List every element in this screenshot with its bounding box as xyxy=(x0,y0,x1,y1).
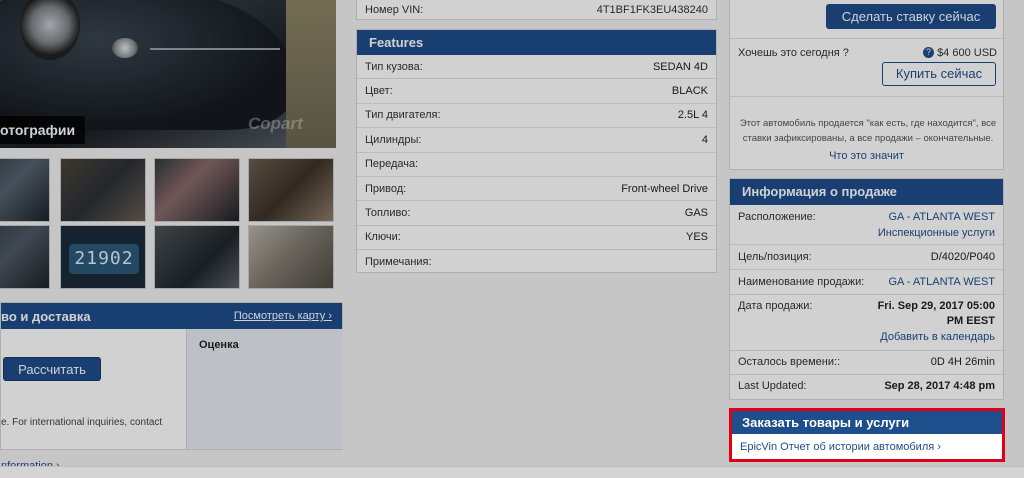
fog-light-shape xyxy=(112,38,138,58)
location-values: GA - ATLANTA WEST Инспекционные услуги xyxy=(878,211,995,244)
shipping-panel: во и доставка Посмотреть карту › Рассчит… xyxy=(0,302,343,472)
odometer-reading: 21902 xyxy=(69,244,139,274)
sale-row-sale-name: Наименование продажи: GA - ATLANTA WEST xyxy=(730,270,1003,295)
sale-name-label: Наименование продажи: xyxy=(738,276,865,288)
time-left-value: 0D 4H 26min xyxy=(930,356,995,368)
vin-label: Номер VIN: xyxy=(365,3,424,16)
thumbnail-7[interactable] xyxy=(154,225,240,289)
sale-row-last-updated: Last Updated: Sep 28, 2017 4:48 pm xyxy=(730,375,1003,400)
vin-value: 4T1BF1FK3EU438240 xyxy=(596,3,708,16)
thumbnail-4[interactable] xyxy=(248,158,334,222)
international-note: e. For international inquiries, contact xyxy=(1,417,163,428)
location-label: Расположение: xyxy=(738,211,816,223)
sale-date-value: Fri. Sep 29, 2017 05:00 xyxy=(877,300,995,312)
sale-date-values: Fri. Sep 29, 2017 05:00 PM EEST Добавить… xyxy=(878,300,995,350)
sale-date-timezone: PM EEST xyxy=(946,315,995,327)
bottom-bar xyxy=(0,466,1024,478)
sale-date-label: Дата продажи: xyxy=(738,300,813,312)
sale-name-link[interactable]: GA - ATLANTA WEST xyxy=(888,276,995,294)
feature-label: Привод: xyxy=(365,182,407,195)
feature-label: Тип кузова: xyxy=(365,60,423,73)
what-means-link[interactable]: Что это значит xyxy=(730,150,1003,162)
epicvin-report-link[interactable]: EpicVin Отчет об истории автомобиля › xyxy=(732,434,1002,453)
shipping-header: во и доставка Посмотреть карту › xyxy=(1,303,342,329)
feature-value: YES xyxy=(685,231,708,244)
feature-row-fuel: Топливо: GAS xyxy=(357,201,716,226)
feature-label: Ключи: xyxy=(365,231,401,244)
buy-now-price: ? $4 600 USD xyxy=(923,47,997,59)
time-left-label: Осталось времени:: xyxy=(738,356,841,368)
feature-value: GAS xyxy=(684,207,708,220)
thumbnail-6[interactable]: 21902 xyxy=(60,225,146,289)
feature-value: BLACK xyxy=(671,85,708,98)
thumbnail-8[interactable] xyxy=(248,225,334,289)
bid-panel: Сделать ставку сейчас Хочешь это сегодня… xyxy=(729,0,1004,170)
copart-watermark: Copart xyxy=(248,114,303,133)
feature-label: Передача: xyxy=(365,158,419,171)
estimate-label: Оценка xyxy=(199,339,239,351)
thumbnail-3[interactable] xyxy=(154,158,240,222)
shipping-title: во и доставка xyxy=(1,308,91,324)
location-link[interactable]: GA - ATLANTA WEST xyxy=(878,211,995,223)
thumbnail-1[interactable] xyxy=(0,158,50,222)
order-services-panel: Заказать товары и услуги EpicVin Отчет о… xyxy=(729,408,1005,462)
divider xyxy=(730,38,1003,39)
sale-row-date: Дата продажи: Fri. Sep 29, 2017 05:00 PM… xyxy=(730,295,1003,351)
buy-price-value: $4 600 USD xyxy=(937,47,997,59)
photos-label: отографии xyxy=(0,116,86,144)
feature-value: SEDAN 4D xyxy=(652,60,708,73)
sale-row-time-left: Осталось времени:: 0D 4H 26min xyxy=(730,351,1003,375)
thumbnail-5[interactable] xyxy=(0,225,50,289)
feature-value: 2.5L 4 xyxy=(677,109,708,122)
lane-value: D/4020/P040 xyxy=(930,251,995,263)
feature-row-notes: Примечания: xyxy=(357,250,716,274)
sale-info-panel: Информация о продаже Расположение: GA - … xyxy=(729,178,1004,400)
feature-row-keys: Ключи: YES xyxy=(357,226,716,251)
feature-row-drive: Привод: Front-wheel Drive xyxy=(357,177,716,202)
divider xyxy=(730,96,1003,97)
shipping-calculator: Рассчитать e. For international inquirie… xyxy=(1,329,186,472)
feature-label: Тип двигателя: xyxy=(365,109,441,122)
features-panel: Features Тип кузова: SEDAN 4D Цвет: BLACK … xyxy=(356,29,717,273)
last-updated-value: Sep 28, 2017 4:48 pm xyxy=(884,380,995,392)
feature-label: Примечания: xyxy=(365,256,432,269)
buy-now-row: Хочешь это сегодня ? ? $4 600 USD xyxy=(738,47,997,59)
sale-info-title: Информация о продаже xyxy=(730,179,1003,205)
bid-now-button[interactable]: Сделать ставку сейчас xyxy=(826,4,996,29)
grille-shape xyxy=(150,48,280,56)
lane-label: Цель/позиция: xyxy=(738,251,812,263)
add-to-calendar-link[interactable]: Добавить в календарь xyxy=(878,331,995,343)
buy-now-button[interactable]: Купить сейчас xyxy=(882,62,996,86)
help-icon[interactable]: ? xyxy=(923,47,935,58)
estimate-box: Оценка xyxy=(186,329,343,449)
want-today-label: Хочешь это сегодня ? xyxy=(738,47,849,59)
feature-label: Цилиндры: xyxy=(365,133,422,146)
inspection-services-link[interactable]: Инспекционные услуги xyxy=(878,227,995,239)
feature-row-transmission: Передача: xyxy=(357,153,716,177)
features-title: Features xyxy=(357,30,716,55)
calculate-button[interactable]: Рассчитать xyxy=(3,357,101,381)
feature-value: Front-wheel Drive xyxy=(621,182,708,195)
last-updated-label: Last Updated: xyxy=(738,380,807,392)
sale-row-location: Расположение: GA - ATLANTA WEST Инспекци… xyxy=(730,205,1003,245)
feature-row-cylinders: Цилиндры: 4 xyxy=(357,128,716,153)
feature-row-engine: Тип двигателя: 2.5L 4 xyxy=(357,104,716,129)
thumbnail-2[interactable] xyxy=(60,158,146,222)
vin-row: Номер VIN: 4T1BF1FK3EU438240 xyxy=(356,0,717,20)
view-map-link[interactable]: Посмотреть карту › xyxy=(234,310,332,322)
sale-row-lane: Цель/позиция: D/4020/P040 xyxy=(730,245,1003,270)
feature-row-color: Цвет: BLACK xyxy=(357,79,716,104)
feature-value: 4 xyxy=(701,133,708,146)
as-is-note: Этот автомобиль продается "как есть, где… xyxy=(739,118,997,144)
feature-label: Топливо: xyxy=(365,207,411,220)
order-services-title: Заказать товары и услуги xyxy=(732,411,1002,434)
feature-label: Цвет: xyxy=(365,85,393,98)
main-vehicle-photo[interactable]: отографии Copart xyxy=(0,0,336,148)
feature-row-body-type: Тип кузова: SEDAN 4D xyxy=(357,55,716,80)
